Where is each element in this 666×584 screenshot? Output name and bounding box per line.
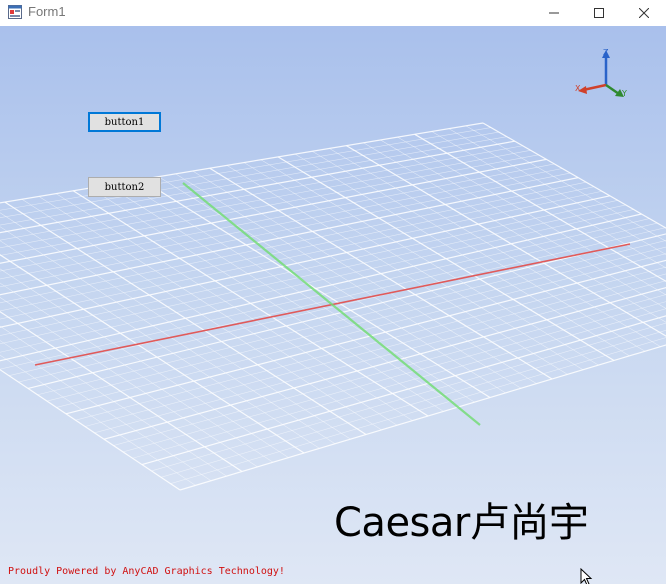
grid-minor-line (0, 354, 196, 486)
window-title: Form1 (28, 4, 66, 19)
app-window: Form1 Z X Y button1 button2 Caesar卢尚宇 Pr… (0, 0, 666, 584)
close-button[interactable] (621, 0, 666, 26)
grid-minor-line (363, 142, 666, 323)
grid-minor-line (75, 266, 666, 421)
axis-gizmo: Z X Y (575, 48, 627, 98)
grid-minor-line (0, 127, 491, 211)
grid-minor-line (0, 296, 258, 468)
y-axis-label: Y (621, 89, 627, 98)
mouse-cursor-icon (580, 568, 593, 584)
grid-minor-line (113, 294, 666, 446)
grid-major-line (482, 122, 666, 229)
grid-minor-line (0, 340, 212, 481)
minimize-icon (548, 12, 559, 14)
z-axis-label: Z (603, 48, 609, 57)
maximize-button[interactable] (576, 0, 621, 26)
anycad-footer-text: Proudly Powered by AnyCAD Graphics Techn… (8, 566, 285, 577)
x-axis-label: X (575, 84, 581, 93)
grid-major-line (141, 315, 666, 466)
grid-major-line (0, 158, 547, 264)
caesar-overlay-text: Caesar卢尚宇 (334, 500, 589, 546)
3d-viewport[interactable]: Z X Y button1 button2 Caesar卢尚宇 Proudly … (0, 26, 666, 584)
grid-major-line (179, 344, 666, 491)
close-icon (638, 8, 649, 18)
grid-major-line (0, 122, 484, 204)
app-icon (8, 5, 22, 19)
grid-major-line (414, 133, 666, 283)
grid-minor-line (46, 246, 666, 402)
title-bar[interactable]: Form1 (0, 0, 666, 27)
grid-minor-line (0, 212, 351, 440)
minimize-button[interactable] (531, 0, 576, 26)
grid-major-line (0, 177, 579, 296)
grid-minor-line (448, 128, 666, 255)
button1[interactable]: button1 (88, 112, 161, 132)
maximize-icon (593, 8, 604, 18)
grid-minor-line (0, 200, 618, 336)
button2[interactable]: button2 (88, 177, 161, 197)
